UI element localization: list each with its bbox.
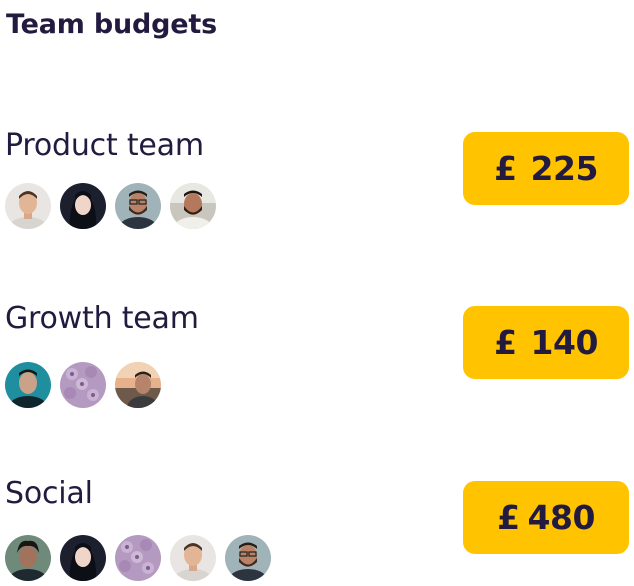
page-title: Team budgets (6, 9, 217, 40)
avatar[interactable] (115, 362, 161, 408)
team-name: Social (5, 476, 93, 511)
avatar[interactable] (225, 535, 271, 581)
currency-symbol: £ (494, 323, 517, 362)
budget-amount: 480 (527, 498, 596, 537)
avatar[interactable] (115, 535, 161, 581)
budget-button-growth[interactable]: £ 140 (463, 306, 629, 379)
avatar[interactable] (60, 535, 106, 581)
avatar-group (5, 535, 271, 581)
avatar-group (5, 183, 216, 229)
avatar[interactable] (5, 362, 51, 408)
budget-amount: 225 (530, 149, 599, 188)
avatar[interactable] (170, 535, 216, 581)
team-name: Growth team (5, 301, 199, 336)
budget-amount: 140 (530, 323, 599, 362)
avatar[interactable] (60, 183, 106, 229)
avatar-group (5, 362, 161, 408)
avatar[interactable] (170, 183, 216, 229)
avatar[interactable] (5, 183, 51, 229)
budget-button-social[interactable]: £ 480 (463, 481, 629, 554)
avatar[interactable] (60, 362, 106, 408)
currency-symbol: £ (494, 149, 517, 188)
avatar[interactable] (115, 183, 161, 229)
avatar[interactable] (5, 535, 51, 581)
currency-symbol: £ (497, 498, 520, 537)
team-name: Product team (5, 128, 204, 163)
budget-button-product[interactable]: £ 225 (463, 132, 629, 205)
